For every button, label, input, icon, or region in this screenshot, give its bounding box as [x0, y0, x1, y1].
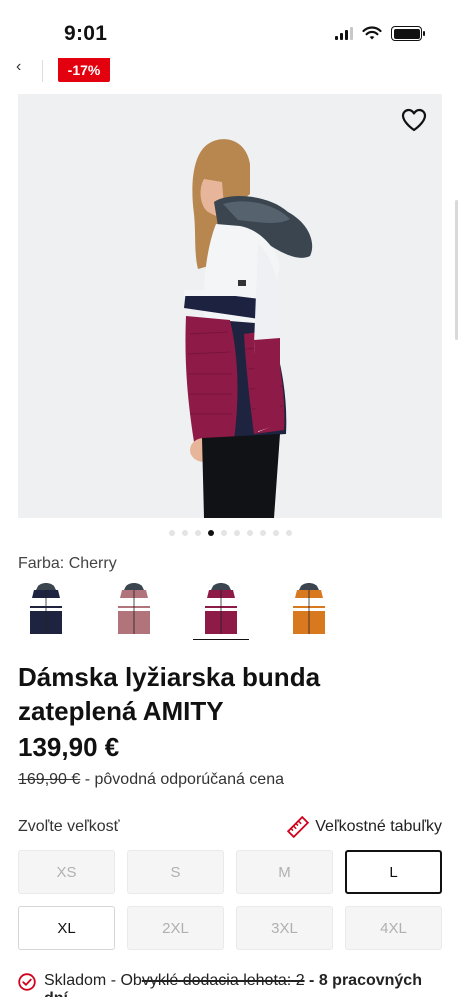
header-divider	[42, 60, 43, 82]
color-swatch-cherry[interactable]	[193, 582, 249, 640]
wifi-icon	[362, 26, 382, 40]
size-option-xs: XS	[18, 850, 115, 894]
stock-prefix: Skladom - Ob	[44, 972, 142, 989]
product-image[interactable]	[18, 94, 442, 518]
size-option-s: S	[127, 850, 224, 894]
status-bar: 9:01	[0, 0, 460, 62]
gallery-dot[interactable]	[233, 530, 240, 536]
color-label: Farba: Cherry	[18, 555, 117, 572]
size-option-2xl: 2XL	[127, 906, 224, 950]
gallery-dot[interactable]	[285, 530, 292, 536]
current-price: 139,90 €	[18, 732, 120, 762]
gallery-dot[interactable]	[246, 530, 253, 536]
discount-badge: -17%	[58, 58, 110, 82]
gallery-dot[interactable]	[220, 530, 227, 536]
stock-text: Skladom - Obvyklé dodacia lehota: 2 - 8 …	[44, 972, 442, 997]
size-label: Zvoľte veľkosť	[18, 818, 120, 835]
product-photo	[18, 94, 442, 518]
jacket-thumbnail	[293, 583, 325, 634]
scrolled-header: ‹ -17%	[0, 58, 460, 84]
check-circle-icon	[18, 973, 36, 991]
size-option-m: M	[236, 850, 333, 894]
favorite-button[interactable]	[398, 104, 430, 136]
gallery-dot[interactable]	[272, 530, 279, 536]
color-swatches	[18, 582, 442, 642]
jacket-thumbnail	[118, 583, 150, 634]
jacket-thumbnail	[30, 583, 62, 634]
gallery-dots	[0, 530, 460, 536]
size-chart-link[interactable]: Veľkostné tabuľky	[287, 816, 442, 838]
heart-icon	[401, 108, 427, 132]
old-price: 169,90 €	[18, 771, 81, 788]
color-swatch-navy[interactable]	[18, 582, 74, 640]
battery-icon	[391, 26, 425, 41]
color-swatch-orange[interactable]	[281, 582, 337, 640]
chevron-left-icon[interactable]: ‹	[16, 58, 21, 76]
size-option-l[interactable]: L	[345, 850, 442, 894]
status-time: 9:01	[64, 22, 108, 45]
size-option-4xl: 4XL	[345, 906, 442, 950]
ruler-icon	[287, 816, 310, 838]
stock-struck: vyklé dodacia lehota: 2	[141, 972, 305, 989]
size-chart-label: Veľkostné tabuľky	[315, 818, 442, 835]
gallery-dot[interactable]	[194, 530, 201, 536]
size-option-3xl: 3XL	[236, 906, 333, 950]
size-option-xl[interactable]: XL	[18, 906, 115, 950]
cellular-signal-icon	[335, 27, 353, 40]
jacket-thumbnail	[205, 583, 237, 634]
gallery-dot[interactable]	[181, 530, 188, 536]
stock-info: Skladom - Obvyklé dodacia lehota: 2 - 8 …	[18, 972, 442, 997]
old-price-row: 169,90 € - pôvodná odporúčaná cena	[18, 771, 284, 789]
product-title: Dámska lyžiarska bunda zateplená AMITY	[18, 662, 321, 726]
gallery-dot[interactable]	[168, 530, 175, 536]
gallery-dot[interactable]	[207, 530, 214, 536]
gallery-dot[interactable]	[259, 530, 266, 536]
size-grid: XS S M L XL 2XL 3XL 4XL	[18, 850, 443, 950]
status-icons	[335, 26, 425, 41]
old-price-note: - pôvodná odporúčaná cena	[84, 771, 284, 788]
page-scrollbar[interactable]	[455, 200, 458, 340]
color-swatch-rose[interactable]	[106, 582, 162, 640]
